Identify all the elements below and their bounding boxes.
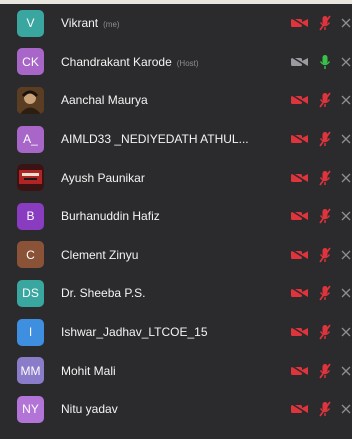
participant-row[interactable]: CK Chandrakant Karode (Host) xyxy=(0,43,352,82)
video-off-icon[interactable] xyxy=(291,326,309,338)
participant-name: Clement Zinyu xyxy=(61,247,139,262)
participant-name: Mohit Mali xyxy=(61,363,116,378)
avatar: DS xyxy=(17,279,44,307)
participant-row[interactable]: Ayush Paunikar xyxy=(0,158,352,197)
participant-name: Ishwar_Jadhav_LTCOE_15 xyxy=(61,325,208,340)
video-off-icon[interactable] xyxy=(291,17,309,29)
mic-muted-icon[interactable] xyxy=(319,131,331,147)
participant-controls xyxy=(291,158,351,197)
participant-role: (me) xyxy=(103,20,120,30)
participant-row[interactable]: V Vikrant (me) xyxy=(0,4,352,43)
participant-list: V Vikrant (me) CK Chandrakant Karode (Host) Aa… xyxy=(0,4,352,429)
mic-muted-icon[interactable] xyxy=(319,324,331,340)
remove-icon[interactable] xyxy=(341,211,351,221)
avatar: CK xyxy=(17,48,44,76)
remove-icon[interactable] xyxy=(341,95,351,105)
mic-muted-icon[interactable] xyxy=(319,170,331,186)
participant-controls xyxy=(291,274,351,313)
participant-controls xyxy=(291,81,351,120)
avatar xyxy=(17,164,44,192)
remove-icon[interactable] xyxy=(341,288,351,298)
video-off-icon[interactable] xyxy=(291,364,309,377)
remove-icon[interactable] xyxy=(341,366,351,376)
participant-row[interactable]: Aanchal Maurya xyxy=(0,81,352,120)
participant-controls xyxy=(291,351,351,390)
remove-icon[interactable] xyxy=(341,134,351,144)
participant-name: Chandrakant Karode xyxy=(61,54,172,69)
participant-controls xyxy=(291,43,351,82)
participant-name: Vikrant xyxy=(61,16,99,31)
avatar: V xyxy=(17,9,44,37)
participant-row[interactable]: MM Mohit Mali xyxy=(0,351,352,390)
participant-controls xyxy=(291,4,351,43)
participant-name: Dr. Sheeba P.S. xyxy=(61,286,146,301)
mic-muted-icon[interactable] xyxy=(319,15,331,31)
video-off-icon[interactable] xyxy=(291,403,309,415)
participant-row[interactable]: A_ AIMLD33 _NEDIYEDATH ATHUL... xyxy=(0,120,352,159)
mic-muted-icon[interactable] xyxy=(319,92,331,108)
participant-name: AIMLD33 _NEDIYEDATH ATHUL... xyxy=(61,132,249,147)
participant-controls xyxy=(291,390,351,429)
video-off-icon[interactable] xyxy=(291,133,309,145)
avatar: I xyxy=(17,318,44,346)
avatar: NY xyxy=(17,395,44,423)
remove-icon[interactable] xyxy=(341,57,351,67)
video-off-icon[interactable] xyxy=(291,94,309,107)
participant-controls xyxy=(291,120,351,159)
mic-muted-icon[interactable] xyxy=(319,401,331,417)
remove-icon[interactable] xyxy=(341,404,351,414)
video-off-icon[interactable] xyxy=(291,287,309,300)
participant-controls xyxy=(291,313,351,352)
avatar: C xyxy=(17,241,44,269)
remove-icon[interactable] xyxy=(341,18,351,28)
remove-icon[interactable] xyxy=(341,327,351,337)
participant-row[interactable]: NY Nitu yadav xyxy=(0,390,352,429)
remove-icon[interactable] xyxy=(341,250,351,260)
participant-row[interactable]: B Burhanuddin Hafiz xyxy=(0,197,352,236)
mic-on-icon[interactable] xyxy=(319,54,331,70)
mic-muted-icon[interactable] xyxy=(319,247,331,263)
mic-muted-icon[interactable] xyxy=(319,285,331,301)
participant-role: (Host) xyxy=(176,58,199,68)
video-off-icon[interactable] xyxy=(291,171,309,184)
mic-muted-icon[interactable] xyxy=(319,208,331,224)
video-off-icon[interactable] xyxy=(291,249,309,261)
participant-row[interactable]: C Clement Zinyu xyxy=(0,236,352,275)
participant-row[interactable]: I Ishwar_Jadhav_LTCOE_15 xyxy=(0,313,352,352)
remove-icon[interactable] xyxy=(341,173,351,183)
avatar: MM xyxy=(17,357,44,385)
mic-muted-icon[interactable] xyxy=(319,363,331,379)
participant-name: Ayush Paunikar xyxy=(61,170,145,185)
participant-row[interactable]: DS Dr. Sheeba P.S. xyxy=(0,274,352,313)
participant-name: Aanchal Maurya xyxy=(61,93,148,108)
participant-controls xyxy=(291,197,351,236)
avatar: B xyxy=(17,202,44,230)
participant-controls xyxy=(291,236,351,275)
video-off-icon[interactable] xyxy=(291,56,309,68)
video-off-icon[interactable] xyxy=(291,210,309,222)
avatar: A_ xyxy=(17,125,44,153)
participant-name: Nitu yadav xyxy=(61,402,118,417)
participant-name: Burhanuddin Hafiz xyxy=(61,209,160,224)
avatar xyxy=(17,86,44,114)
